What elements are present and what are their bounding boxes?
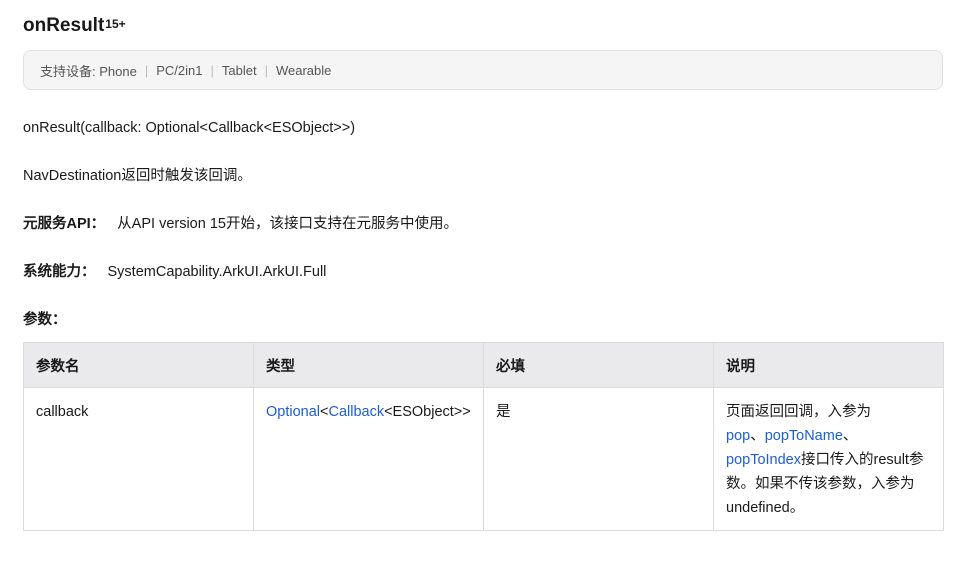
api-description: NavDestination返回时触发该回调。 (23, 168, 252, 184)
param-desc-cell: 页面返回回调，入参为 pop、popToName、 popToIndex接口传入的r… (713, 387, 944, 531)
device-item: Wearable (275, 62, 332, 78)
table-row: callback Optional<Callback<ESObject>> 是 … (23, 387, 944, 531)
callback-link[interactable]: Callback (328, 404, 384, 420)
devices-label: 支持设备: Phone (40, 63, 137, 79)
param-required-cell: 是 (483, 387, 714, 531)
device-item: Tablet (221, 62, 257, 78)
syscap-line: 系统能力： SystemCapability.ArkUI.ArkUI.Full (23, 262, 943, 282)
api-version-sup: 15+ (105, 17, 126, 31)
desc-sep: 、 (750, 428, 765, 444)
table-header-row: 参数名 类型 必填 说明 (23, 342, 944, 388)
supported-devices-box: 支持设备: Phone | PC/2in1 | Tablet | Wearabl… (23, 50, 943, 90)
atomic-value: 从API version 15开始，该接口支持在元服务中使用。 (117, 216, 458, 232)
api-heading: onResult15+ (23, 0, 943, 40)
col-header-name: 参数名 (23, 342, 254, 388)
poptoname-link[interactable]: popToName (765, 428, 843, 444)
col-header-required: 必填 (483, 342, 714, 388)
desc-text: 页面返回回调，入参为 (726, 404, 871, 420)
api-title: onResult (23, 15, 105, 36)
desc-sep: 、 (842, 428, 858, 444)
params-table: 参数名 类型 必填 说明 callback Optional<Callback<… (23, 342, 944, 531)
param-type-cell: Optional<Callback<ESObject>> (253, 387, 484, 531)
params-heading: 参数： (23, 312, 67, 328)
api-signature: onResult(callback: Optional<Callback<ESO… (23, 120, 356, 136)
poptoindex-link[interactable]: popToIndex (726, 452, 801, 468)
col-header-type: 类型 (253, 342, 484, 388)
atomic-service-line: 元服务API： 从API version 15开始，该接口支持在元服务中使用。 (23, 214, 943, 234)
type-text: <ESObject>> (384, 404, 471, 420)
optional-link[interactable]: Optional (266, 404, 320, 420)
doc-section: onResult15+ 支持设备: Phone | PC/2in1 | Tabl… (0, 0, 944, 531)
device-item: PC/2in1 (156, 62, 203, 78)
syscap-value: SystemCapability.ArkUI.ArkUI.Full (107, 264, 327, 280)
pop-link[interactable]: pop (726, 428, 750, 444)
col-header-desc: 说明 (713, 342, 944, 388)
param-name-cell: callback (23, 387, 254, 531)
atomic-label: 元服务API： (23, 216, 106, 232)
syscap-label: 系统能力： (23, 264, 96, 280)
